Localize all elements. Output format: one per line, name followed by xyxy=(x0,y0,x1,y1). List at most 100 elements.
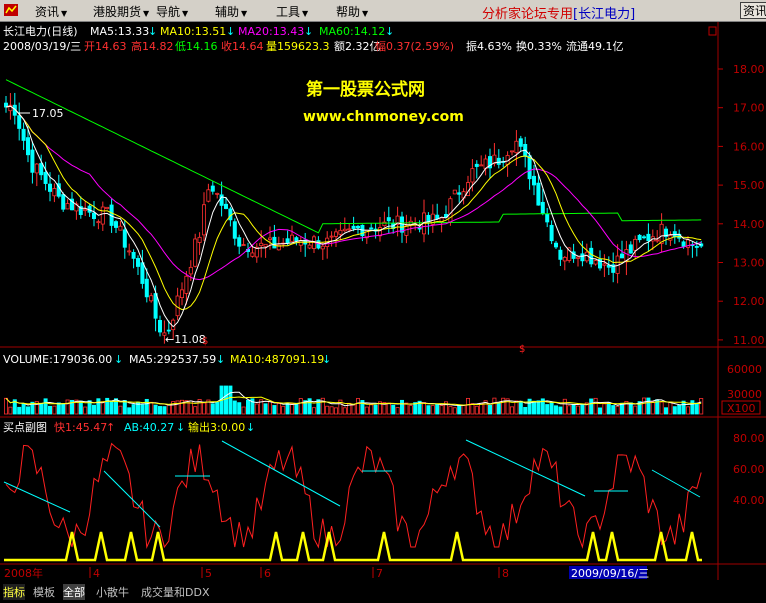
volume-bar xyxy=(558,406,563,415)
candle-body xyxy=(474,163,479,167)
tab-volume-ddx[interactable]: 成交量和DDX xyxy=(141,584,209,600)
volume-bar xyxy=(694,402,699,415)
volume-bar xyxy=(659,401,664,415)
volume-bar xyxy=(364,406,369,415)
volume-bar xyxy=(311,407,316,415)
menu-item-assist[interactable]: 辅助 ▼ xyxy=(215,3,247,20)
volume-bar xyxy=(514,400,519,415)
candle-body xyxy=(681,241,686,247)
menu-item-hk-futures[interactable]: 港股期货 ▼ xyxy=(93,3,149,20)
stock-name: 长江电力(日线) xyxy=(3,24,78,38)
menu-item-news[interactable]: 资讯 ▼ xyxy=(35,3,67,20)
menu-item-nav[interactable]: 导航 ▼ xyxy=(156,3,188,20)
svg-text:↓: ↓ xyxy=(148,25,157,38)
volume-bar xyxy=(153,404,158,415)
candle-body xyxy=(122,229,127,248)
candle-body xyxy=(127,250,132,253)
volume-bar xyxy=(571,404,576,415)
bar-amplitude: 振4.63% xyxy=(466,39,512,53)
volume-bar xyxy=(228,385,233,415)
tab-indicator[interactable]: 指标 xyxy=(3,584,25,600)
volume-bar xyxy=(399,399,404,415)
volume-bar xyxy=(201,402,206,415)
low-annotation: ←11.08 xyxy=(165,333,206,346)
bar-change: 幅0.37(2.59%) xyxy=(375,40,454,53)
volume-bar xyxy=(127,407,132,415)
volume-bar xyxy=(646,397,651,415)
volume-bar xyxy=(118,405,123,415)
volume-bar xyxy=(602,403,607,415)
tab-small-bull[interactable]: 小散牛 xyxy=(96,584,129,600)
candle-body xyxy=(435,214,440,220)
volume-bar xyxy=(232,400,237,415)
volume-bar xyxy=(140,404,145,415)
candle-body xyxy=(25,137,30,156)
candle-body xyxy=(223,203,228,209)
volume-bar xyxy=(276,403,281,415)
volume-bar xyxy=(532,400,537,415)
svg-text:↓: ↓ xyxy=(322,353,331,366)
menu-item-tools[interactable]: 工具 ▼ xyxy=(276,3,308,20)
menu-item-help[interactable]: 帮助 ▼ xyxy=(336,3,368,20)
stock-chart[interactable]: 长江电力(日线) MA5:13.33 MA10:13.51 MA20:13.43… xyxy=(0,22,766,580)
volume-bar xyxy=(21,403,26,415)
volume-bar xyxy=(294,402,299,415)
candle-body xyxy=(92,212,97,220)
volume-bar xyxy=(122,400,127,415)
volume-bar xyxy=(690,400,695,415)
volume-bar xyxy=(325,405,330,415)
volume-bar xyxy=(430,405,435,415)
volume-bar xyxy=(395,407,400,415)
candle-body xyxy=(206,189,211,202)
volume-bar xyxy=(263,403,268,415)
volume-bar xyxy=(439,405,444,415)
volume-bar xyxy=(373,404,378,415)
indicator-axis: 80.00 60.00 40.00 xyxy=(733,432,765,507)
volume-bar xyxy=(162,406,167,415)
candle-body xyxy=(496,157,501,165)
svg-text:↓: ↓ xyxy=(385,25,394,38)
volume-bar xyxy=(254,403,259,415)
app-logo-icon xyxy=(4,4,18,16)
candle-body xyxy=(179,289,184,298)
candle-body xyxy=(452,189,457,195)
tab-template[interactable]: 模板 xyxy=(33,584,55,600)
candle-body xyxy=(131,252,136,259)
volume-bar xyxy=(272,405,277,415)
volume-bar xyxy=(17,406,22,415)
candle-body xyxy=(118,225,123,231)
forum-label: 分析家论坛专用[长江电力] xyxy=(482,7,636,22)
volume-bar xyxy=(567,405,572,415)
candle-body xyxy=(329,235,334,238)
candle-body xyxy=(562,256,567,262)
news-button[interactable]: 资讯 xyxy=(740,2,766,19)
volume-bar xyxy=(52,405,57,415)
event-marker-icon: $ xyxy=(519,344,525,355)
bottom-tab-bar: 指标 模板 全部 小散牛 成交量和DDX xyxy=(0,580,766,603)
volume-bar xyxy=(391,404,396,415)
volume-bar xyxy=(615,406,620,415)
candle-body xyxy=(642,236,647,239)
candle-body xyxy=(43,171,48,184)
candle-body xyxy=(250,252,255,257)
volume-bar xyxy=(355,398,360,415)
indicator-name: 买点副图 xyxy=(3,421,47,434)
candle-body xyxy=(386,217,391,222)
candle-body xyxy=(518,138,523,147)
candle-body xyxy=(39,163,44,176)
date-tick: 4 xyxy=(93,567,100,580)
tab-all[interactable]: 全部 xyxy=(63,584,85,600)
candle-body xyxy=(153,293,158,319)
candle-body xyxy=(83,208,88,212)
candle-body xyxy=(338,229,343,235)
ma60-value: MA60:14.12 xyxy=(319,25,385,38)
candle-body xyxy=(479,164,484,167)
high-annotation: 17.05 xyxy=(32,107,64,120)
candle-body xyxy=(263,243,268,247)
volume-bar xyxy=(465,397,470,415)
volume-bar xyxy=(369,404,374,415)
volume-bar xyxy=(598,407,603,415)
volume-bar xyxy=(298,398,303,415)
volume-bar xyxy=(593,397,598,415)
volume-bar xyxy=(223,385,228,415)
